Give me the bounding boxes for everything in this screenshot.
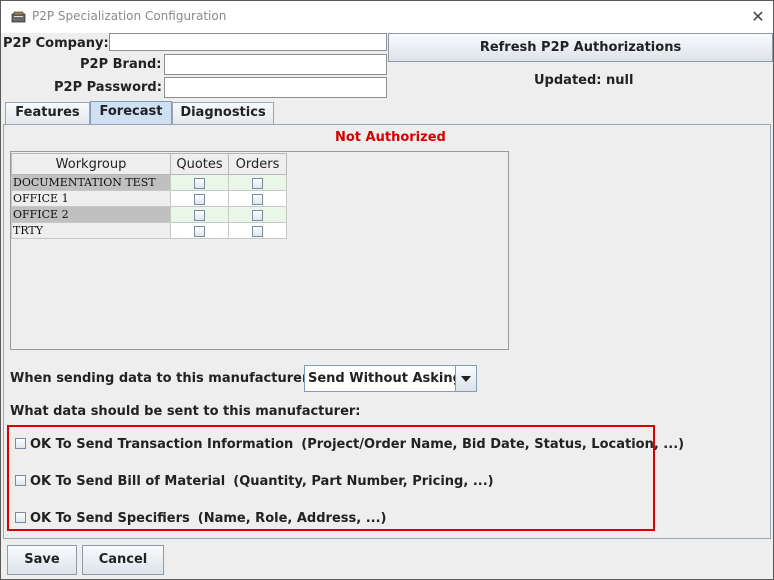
workgroup-cell[interactable]: OFFICE 1 (11, 190, 171, 207)
workgroup-cell[interactable]: OFFICE 2 (11, 206, 171, 223)
brand-field[interactable] (164, 54, 387, 75)
save-button[interactable]: Save (7, 545, 77, 575)
option-detail: (Project/Order Name, Bid Date, Status, L… (301, 437, 685, 452)
orders-checkbox[interactable] (252, 193, 263, 205)
option-detail: (Quantity, Part Number, Pricing, ...) (233, 474, 494, 489)
password-field[interactable] (164, 77, 387, 98)
brand-label: P2P Brand: (80, 57, 162, 72)
option-detail: (Name, Role, Address, ...) (197, 511, 387, 526)
option-label: OK To Send Specifiers (30, 511, 190, 526)
quotes-checkbox[interactable] (194, 225, 205, 237)
table-row: TRTY (11, 222, 287, 239)
send-mode-value: Send Without Asking (308, 371, 462, 386)
authorization-status: Not Authorized (335, 130, 446, 145)
quotes-checkbox[interactable] (194, 209, 205, 221)
orders-checkbox[interactable] (252, 177, 263, 189)
chevron-down-icon[interactable] (455, 366, 476, 391)
option-label: OK To Send Bill of Material (30, 474, 226, 489)
table-row: DOCUMENTATION TEST (11, 174, 287, 191)
option-label: OK To Send Transaction Information (30, 437, 294, 452)
title-bar[interactable]: P2P Specialization Configuration ✕ (1, 1, 773, 33)
tab-forecast[interactable]: Forecast (90, 101, 172, 125)
workgroup-table: Workgroup Quotes Orders DOCUMENTATION TE… (11, 153, 287, 239)
option-specifiers[interactable]: OK To Send Specifiers (Name, Role, Addres… (15, 511, 386, 526)
send-mode-dropdown[interactable]: Send Without Asking (304, 365, 477, 392)
company-field[interactable] (109, 33, 387, 51)
column-header-quotes[interactable]: Quotes (170, 153, 229, 175)
close-icon[interactable]: ✕ (749, 8, 767, 26)
specifiers-checkbox[interactable] (15, 512, 26, 523)
column-header-orders[interactable]: Orders (228, 153, 287, 175)
orders-checkbox[interactable] (252, 225, 263, 237)
transaction-info-checkbox[interactable] (15, 438, 26, 449)
company-label: P2P Company: (3, 36, 109, 51)
workgroup-cell[interactable]: TRTY (11, 222, 171, 239)
table-row: OFFICE 2 (11, 206, 287, 223)
tab-diagnostics[interactable]: Diagnostics (172, 102, 274, 124)
cancel-button[interactable]: Cancel (82, 545, 164, 575)
table-row: OFFICE 1 (11, 190, 287, 207)
window-title: P2P Specialization Configuration (32, 9, 227, 23)
quotes-checkbox[interactable] (194, 177, 205, 189)
orders-checkbox[interactable] (252, 209, 263, 221)
tab-features[interactable]: Features (5, 102, 90, 124)
send-mode-label: When sending data to this manufacturer: (10, 371, 314, 386)
refresh-authorizations-button[interactable]: Refresh P2P Authorizations (388, 33, 773, 62)
app-icon (11, 11, 26, 23)
updated-status: Updated: null (534, 73, 634, 88)
option-bill-of-material[interactable]: OK To Send Bill of Material (Quantity, Pa… (15, 474, 494, 489)
dialog-window: P2P Specialization Configuration ✕ P2P C… (0, 0, 774, 580)
option-transaction-info[interactable]: OK To Send Transaction Information (Proje… (15, 437, 684, 452)
quotes-checkbox[interactable] (194, 193, 205, 205)
bill-of-material-checkbox[interactable] (15, 475, 26, 486)
column-header-workgroup[interactable]: Workgroup (11, 153, 171, 175)
workgroup-cell[interactable]: DOCUMENTATION TEST (11, 174, 171, 191)
password-label: P2P Password: (54, 80, 162, 95)
data-question-label: What data should be sent to this manufac… (10, 404, 361, 419)
